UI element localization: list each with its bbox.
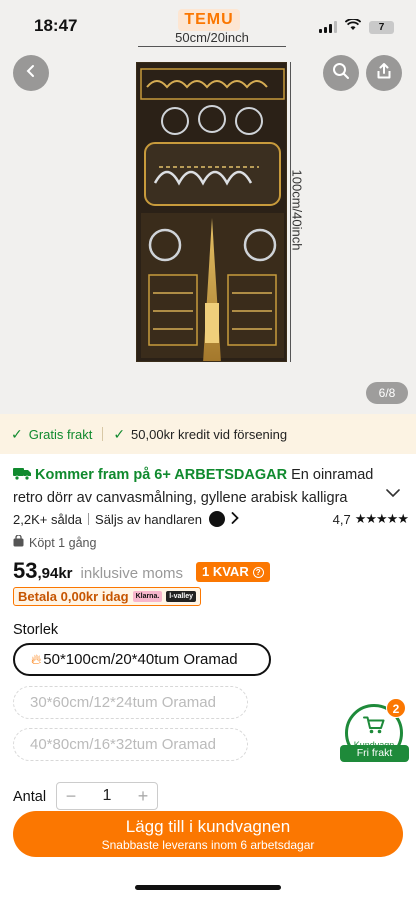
stock-text: 1 KVAR [202,564,249,579]
size-option-label: 30*60cm/12*24tum Oramad [30,694,216,711]
chevron-right-icon[interactable] [231,511,239,527]
share-button[interactable] [366,55,402,91]
price-tax-note: inklusive moms [80,565,184,582]
cart-count-badge: 2 [386,698,406,718]
free-shipping-text: Gratis frakt [28,426,93,442]
chevron-down-icon[interactable] [386,485,400,503]
info-icon: ? [252,566,264,578]
back-button[interactable] [13,55,49,91]
decrement-button[interactable]: − [57,786,85,807]
check-icon: ✓ [113,425,126,442]
width-dimension-label: 50cm/20inch [175,30,249,45]
star-rating-icon: ★★★★★ [354,511,409,526]
add-to-cart-button[interactable]: Lägg till i kundvagnen Snabbaste leveran… [13,811,403,857]
quantity-value[interactable]: 1 [103,787,112,805]
sold-count: 2,2K+ sålda [13,511,83,527]
share-icon [375,62,393,85]
increment-button[interactable]: + [129,786,157,807]
product-painting [136,62,287,362]
bought-text: Köpt 1 gång [29,535,97,550]
size-label: Storlek [13,622,59,638]
delivery-subtext: Snabbaste leverans inom 6 arbetsdagar [101,838,315,852]
delivery-estimate: Kommer fram på 6+ ARBETSDAGAR [35,467,288,483]
quantity-label: Antal [13,789,47,805]
wifi-icon [344,18,362,36]
price-integer: 53 [13,558,38,583]
benefits-strip[interactable]: ✓ Gratis frakt ✓ 50,00kr kredit vid förs… [0,414,416,454]
home-indicator[interactable] [135,885,281,890]
truck-icon [13,467,31,483]
meta-row: 2,2K+ sålda Säljs av handlaren 4,7 ★★★★★ [13,511,409,527]
size-option[interactable]: 30*60cm/12*24tum Oramad [13,686,248,719]
back-icon [24,64,38,83]
rating[interactable]: 4,7 ★★★★★ [332,511,409,527]
battery-indicator: 7 [369,20,394,34]
bought-count: Köpt 1 gång [13,534,97,550]
width-dimension-line [138,46,286,47]
search-button[interactable] [323,55,359,91]
pay-later-badge[interactable]: Betala 0,00kr idag Klarna. l-valley [13,587,202,606]
price-decimal: ,94kr [37,565,73,582]
height-dimension-label: 100cm/40inch [289,169,305,251]
seller-avatar[interactable] [209,511,225,527]
price-row: 53 ,94kr inklusive moms [13,558,183,584]
size-option[interactable]: 40*80cm/16*32tum Oramad [13,728,248,761]
seller-link[interactable]: Säljs av handlaren [95,512,202,527]
pay-later-text: Betala 0,00kr idag [18,589,129,604]
add-to-cart-label: Lägg till i kundvagnen [125,817,291,836]
klarna-logo: Klarna. [132,591,163,602]
stock-badge[interactable]: 1 KVAR ? [196,562,270,582]
status-time: 18:47 [34,16,78,35]
product-image-area[interactable]: 18:47 7 TEMU 50cm/20inch 100cm/40inch 6/… [0,0,416,414]
check-icon: ✓ [11,425,23,442]
quantity-stepper[interactable]: − 1 + [56,782,158,810]
search-icon [332,62,350,85]
free-shipping-badge: Fri frakt [340,745,409,762]
flame-icon: 🔥︎ [31,651,42,667]
size-option-label: 40*80cm/16*32tum Oramad [30,736,216,753]
image-counter: 6/8 [366,382,408,404]
temu-logo: TEMU [178,9,240,31]
divider [88,513,90,525]
rating-value: 4,7 [332,511,351,527]
bag-icon [13,534,24,550]
late-credit-text: 50,00kr kredit vid försening [131,426,288,442]
valley-logo: l-valley [166,591,197,602]
size-option-label: 50*100cm/20*40tum Oramad [43,651,238,668]
status-icons: 7 [319,18,394,36]
size-option-selected[interactable]: 🔥︎ 50*100cm/20*40tum Oramad [13,643,271,676]
signal-icon [319,21,337,33]
divider [102,427,104,441]
cart-icon [363,716,385,739]
product-title[interactable]: Kommer fram på 6+ ARBETSDAGAR En oinrama… [13,464,375,510]
